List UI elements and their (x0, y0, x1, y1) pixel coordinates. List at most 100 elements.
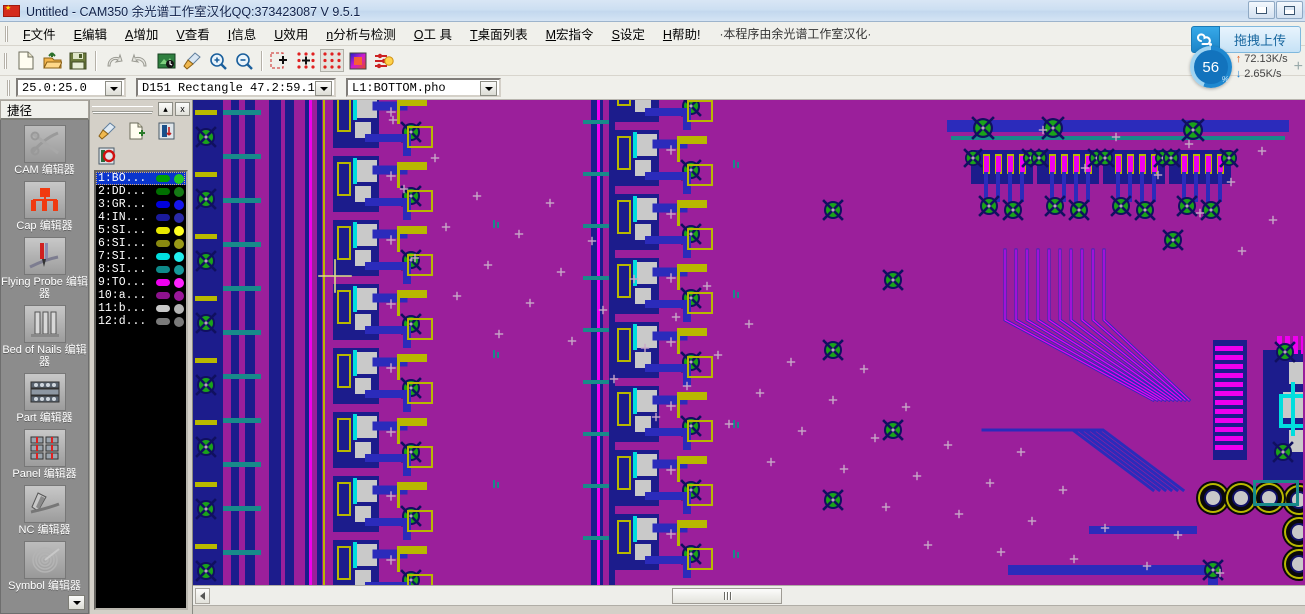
active-layer-combo[interactable]: L1:BOTTOM.pho (346, 78, 501, 97)
layer-color-bar[interactable] (156, 253, 170, 260)
layer-color-dot[interactable] (174, 316, 184, 327)
clean-layers-icon[interactable] (96, 121, 118, 141)
sidebar-item-nc-editor[interactable]: NC 编辑器 (1, 480, 88, 536)
menu-grip[interactable] (4, 25, 10, 43)
sidebar-item-bed-of-nails[interactable]: Bed of Nails 编辑器 (1, 300, 88, 368)
menu-macro[interactable]: M宏指令 (537, 21, 603, 46)
maximize-button[interactable] (1276, 1, 1303, 19)
minimize-button[interactable] (1248, 1, 1275, 19)
layer-row[interactable]: 5:SI... (96, 224, 186, 237)
layer-color-bar[interactable] (156, 201, 170, 208)
menu-tools[interactable]: O工 具 (405, 21, 461, 46)
toolbar-separator-2 (261, 50, 263, 71)
layer-color-bar[interactable] (156, 227, 170, 234)
layer-color-bar[interactable] (156, 279, 170, 286)
layer-color-bar[interactable] (156, 318, 170, 325)
menu-tablelist[interactable]: T桌面列表 (461, 21, 537, 46)
layer-color-bar[interactable] (156, 188, 170, 195)
layer-row[interactable]: 9:TO... (96, 276, 186, 289)
sidebar-more-button[interactable] (68, 595, 85, 610)
layer-color-dot[interactable] (174, 173, 184, 184)
sidebar-item-symbol-editor[interactable]: Symbol 编辑器 (1, 536, 88, 592)
select-area-icon[interactable] (268, 49, 292, 72)
zoom-out-icon[interactable] (232, 49, 256, 72)
chevron-down-icon[interactable] (105, 81, 122, 96)
layer-row[interactable]: 4:IN... (96, 211, 186, 224)
snap-point-icon[interactable] (294, 49, 318, 72)
sidebar-item-panel-editor[interactable]: Panel 编辑器 (1, 424, 88, 480)
layer-color-dot[interactable] (174, 251, 184, 262)
toolbar-grip[interactable] (3, 52, 9, 70)
panel-editor-icon (23, 429, 66, 467)
horizontal-scrollbar[interactable] (193, 585, 1305, 605)
dcode-combo[interactable]: D151 Rectangle 47.2:59.1 (136, 78, 336, 97)
clean-icon[interactable] (180, 49, 204, 72)
zoom-ratio-combo[interactable]: 25.0:25.0 (16, 78, 126, 97)
layer-row[interactable]: 6:SI... (96, 237, 186, 250)
menu-help[interactable]: H帮助! (654, 21, 710, 46)
zoom-in-icon[interactable] (206, 49, 230, 72)
layer-color-dot[interactable] (174, 199, 184, 210)
layer-color-dot[interactable] (174, 290, 184, 301)
layer-color-bar[interactable] (156, 240, 170, 247)
sidebar-item-part-editor[interactable]: Part 编辑器 (1, 368, 88, 424)
layers-close-button[interactable]: x (175, 102, 190, 116)
layer-color-dot[interactable] (174, 238, 184, 249)
layer-color-bar[interactable] (156, 266, 170, 273)
menu-info[interactable]: I信息 (219, 21, 266, 46)
settings-icon[interactable] (372, 49, 396, 72)
menu-edit[interactable]: E编辑 (65, 21, 116, 46)
add-layer-icon[interactable] (126, 121, 148, 141)
pcb-canvas[interactable] (193, 100, 1305, 585)
menu-macro-label: 宏指令 (556, 28, 594, 42)
layer-name: 9:TO... (98, 276, 147, 289)
scroll-left-button[interactable] (195, 587, 210, 604)
chevron-down-icon[interactable] (480, 81, 497, 96)
layer-color-bar[interactable] (156, 214, 170, 221)
sidebar-item-cap-editor[interactable]: Cap 编辑器 (1, 176, 88, 232)
layer-color-bar[interactable] (156, 292, 170, 299)
layer-row[interactable]: 12:d... (96, 315, 186, 328)
layer-row[interactable]: 3:GR... (96, 198, 186, 211)
menu-add[interactable]: A增加 (116, 21, 167, 46)
menu-view[interactable]: V查看 (167, 21, 218, 46)
layer-row[interactable]: 11:b... (96, 302, 186, 315)
menu-settings[interactable]: S设定 (603, 21, 654, 46)
delete-layer-icon[interactable] (96, 146, 118, 166)
color-icon[interactable] (346, 49, 370, 72)
open-file-icon[interactable] (40, 49, 64, 72)
layer-row[interactable]: 8:SI... (96, 263, 186, 276)
menu-file[interactable]: F文件 (14, 21, 65, 46)
save-file-icon[interactable] (66, 49, 90, 72)
layer-color-dot[interactable] (174, 186, 184, 197)
menu-analysis[interactable]: n分析与检测 (317, 21, 404, 46)
redo-icon[interactable] (128, 49, 152, 72)
layer-row[interactable]: 2:DD... (96, 185, 186, 198)
redraw-icon[interactable] (154, 49, 178, 72)
menu-settings-label: 设定 (619, 28, 645, 42)
layers-collapse-button[interactable]: ▴ (158, 102, 173, 116)
layer-color-dot[interactable] (174, 225, 184, 236)
layer-color-bar[interactable] (156, 175, 170, 182)
menu-utility[interactable]: U效用 (265, 21, 317, 46)
combobar-grip[interactable] (6, 79, 12, 97)
layer-row[interactable]: 10:a... (96, 289, 186, 302)
layer-row[interactable]: 7:SI... (96, 250, 186, 263)
layer-color-dot[interactable] (174, 264, 184, 275)
undo-icon[interactable] (102, 49, 126, 72)
new-file-icon[interactable] (14, 49, 38, 72)
layer-color-bar[interactable] (156, 305, 170, 312)
sidebar-item-cam-editor[interactable]: CAM 编辑器 (1, 120, 88, 176)
chevron-down-icon[interactable] (315, 81, 332, 96)
expand-plus-icon[interactable]: + (1294, 58, 1303, 76)
layer-list[interactable]: 1:BO... 2:DD... 3:GR... 4:IN... 5:SI... 6:SI.… (94, 170, 188, 610)
sidebar-item-flying-probe[interactable]: Flying Probe 编辑器 (1, 232, 88, 300)
grid-icon[interactable] (320, 49, 344, 72)
layer-row[interactable]: 1:BO... (96, 172, 186, 185)
import-layer-icon[interactable] (156, 121, 178, 141)
layer-color-dot[interactable] (174, 277, 184, 288)
layer-color-dot[interactable] (174, 212, 184, 223)
scroll-thumb[interactable] (672, 587, 782, 604)
layers-panel-drag-handle[interactable] (92, 106, 153, 112)
layer-color-dot[interactable] (174, 303, 184, 314)
